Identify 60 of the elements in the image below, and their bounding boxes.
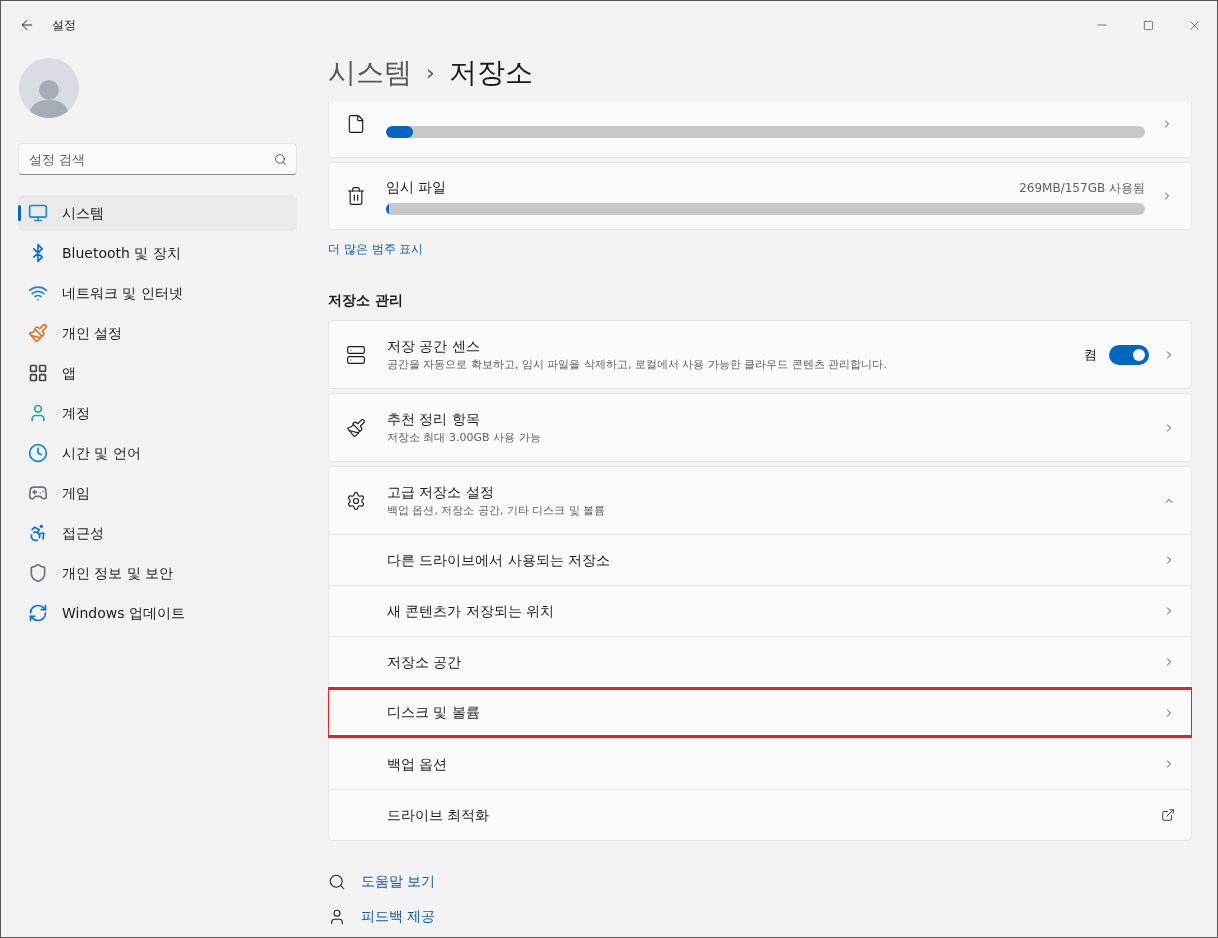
brush-icon	[28, 323, 48, 343]
breadcrumb-separator: ›	[426, 59, 435, 87]
category-card[interactable]	[328, 102, 1192, 158]
usage-text: 269MB/157GB 사용됨	[1019, 180, 1145, 197]
settings-row[interactable]: 다른 드라이브에서 사용되는 저장소	[329, 534, 1191, 585]
card-title: 고급 저장소 설정	[387, 482, 494, 502]
settings-row[interactable]: 디스크 및 볼륨	[328, 687, 1192, 738]
toggle-switch[interactable]	[1109, 344, 1149, 365]
sidebar-item[interactable]: 시스템	[18, 195, 297, 231]
settings-card[interactable]: 고급 저장소 설정 백업 옵션, 저장소 공간, 기타 디스크 및 볼륨 다른 드라이브에서 사용되는 저장소 새 콘텐츠가 저장되는 위치 저장소 공간 디스크 및 볼륨 백업 옵션 드라이브 최적화	[328, 466, 1192, 841]
avatar	[19, 58, 79, 118]
card-subtitle: 저장소 최대 3.00GB 사용 가능	[387, 429, 541, 446]
footer-link[interactable]: 도움말 보기	[361, 871, 436, 892]
card-title: 저장 공간 센스	[387, 336, 480, 356]
maximize-icon	[1142, 19, 1154, 31]
settings-card[interactable]: 저장 공간 센스 공간을 자동으로 확보하고, 임시 파일을 삭제하고, 로컬에서 사용 가능한 클라우드 콘텐츠 관리합니다. 켬	[328, 320, 1192, 389]
trash-icon	[346, 186, 366, 206]
gamepad-icon	[28, 483, 48, 503]
update-icon	[28, 603, 48, 623]
sidebar-item[interactable]: Bluetooth 및 장치	[18, 235, 297, 271]
external-link-icon	[1161, 808, 1175, 822]
search-icon	[274, 153, 287, 166]
shield-icon	[28, 563, 48, 583]
card-subtitle: 공간을 자동으로 확보하고, 임시 파일을 삭제하고, 로컬에서 사용 가능한 클라우드 콘텐츠 관리합니다.	[387, 356, 887, 373]
wifi-icon	[28, 283, 48, 303]
monitor-icon	[28, 203, 48, 223]
page-title: 저장소	[448, 54, 533, 91]
card-subtitle: 백업 옵션, 저장소 공간, 기타 디스크 및 볼륨	[387, 502, 606, 519]
sidebar-item[interactable]: 계정	[18, 395, 297, 431]
sidebar-item[interactable]: Windows 업데이트	[18, 595, 297, 631]
more-categories-link[interactable]: 더 많은 범주 표시	[328, 240, 424, 258]
sidebar-item[interactable]: 게임	[18, 475, 297, 511]
sidebar-item[interactable]: 접근성	[18, 515, 297, 551]
category-title: 임시 파일	[386, 178, 447, 197]
settings-row[interactable]: 새 콘텐츠가 저장되는 위치	[329, 585, 1191, 636]
window-title: 설정	[52, 17, 76, 34]
sidebar-item[interactable]: 개인 정보 및 보안	[18, 555, 297, 591]
settings-row[interactable]: 백업 옵션	[329, 738, 1191, 789]
sidebar-item[interactable]: 시간 및 언어	[18, 435, 297, 471]
settings-row[interactable]: 드라이브 최적화	[329, 789, 1191, 840]
section-title: 저장소 관리	[328, 291, 403, 310]
settings-card[interactable]: 추천 정리 항목 저장소 최대 3.00GB 사용 가능	[328, 393, 1192, 462]
breadcrumb-parent[interactable]: 시스템	[328, 51, 412, 94]
broom-icon	[346, 417, 366, 438]
toggle-label: 켬	[1084, 345, 1097, 364]
category-card[interactable]: 임시 파일 269MB/157GB 사용됨	[328, 162, 1192, 230]
drive-icon	[346, 344, 366, 365]
sidebar-item[interactable]: 개인 설정	[18, 315, 297, 351]
person-icon	[28, 403, 48, 423]
sidebar-item[interactable]: 앱	[18, 355, 297, 391]
clock-icon	[28, 443, 48, 463]
sidebar-item[interactable]: 네트워크 및 인터넷	[18, 275, 297, 311]
file-icon	[346, 114, 366, 134]
accessibility-icon	[28, 523, 48, 543]
card-title: 추천 정리 항목	[387, 409, 480, 429]
footer-link[interactable]: 피드백 제공	[361, 906, 436, 927]
apps-icon	[28, 363, 48, 383]
search-field[interactable]: 설정 검색	[18, 143, 297, 175]
gear-icon	[346, 490, 366, 511]
selection-indicator	[18, 205, 21, 221]
